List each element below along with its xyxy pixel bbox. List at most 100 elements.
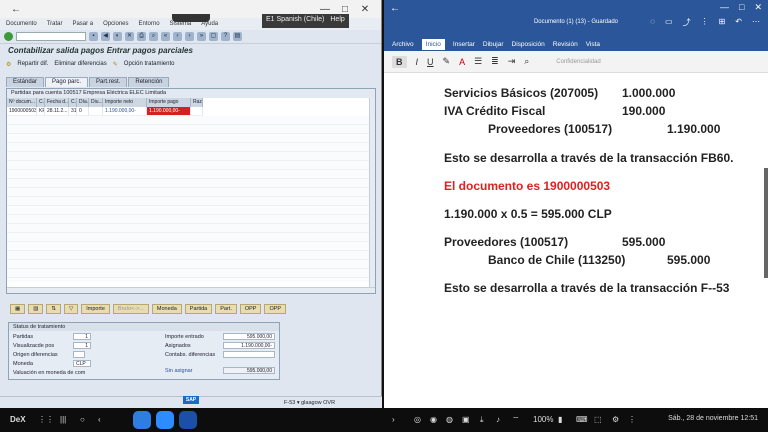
grid-vertical-scrollbar[interactable] bbox=[369, 98, 375, 288]
print-icon[interactable]: ⎙ bbox=[137, 32, 146, 41]
origen-checkbox[interactable] bbox=[73, 351, 85, 358]
visual-field[interactable]: 1 bbox=[73, 342, 91, 349]
new-icon[interactable]: ⊞ bbox=[719, 17, 726, 28]
tab-dibujar[interactable]: Dibujar bbox=[483, 41, 504, 48]
document-body[interactable]: Servicios Básicos (207005) 1.000.000 IVA… bbox=[384, 73, 768, 408]
new-session-icon[interactable]: ▢ bbox=[209, 32, 218, 41]
connection-tag[interactable]: E1 Spanish (Chile) Help bbox=[262, 14, 349, 28]
more-icon[interactable]: ⋮ bbox=[628, 415, 636, 424]
browser-app-icon[interactable] bbox=[133, 411, 151, 429]
maximize-icon[interactable]: □ bbox=[739, 2, 744, 13]
opp-button-1[interactable]: OPP bbox=[239, 304, 262, 314]
enter-icon[interactable] bbox=[4, 32, 13, 41]
tab-estandar[interactable]: Estándar bbox=[6, 77, 45, 87]
underline-icon[interactable]: U bbox=[427, 57, 434, 67]
numbering-icon[interactable]: ≣ bbox=[491, 56, 499, 67]
indent-icon[interactable]: ⇥ bbox=[508, 56, 516, 67]
find-icon[interactable]: ⌕ bbox=[149, 32, 158, 41]
bullets-icon[interactable]: ☰ bbox=[474, 56, 482, 67]
bruto-button[interactable]: Bruto<->... bbox=[112, 304, 149, 314]
word-app-icon[interactable] bbox=[179, 411, 197, 429]
lightbulb-icon[interactable]: ◌ bbox=[650, 17, 655, 28]
minimize-icon[interactable]: — bbox=[720, 2, 729, 13]
cancel-icon[interactable]: ✕ bbox=[125, 32, 134, 41]
highlight-icon[interactable]: ✎ bbox=[443, 56, 451, 67]
deselect-icon[interactable]: ▧ bbox=[28, 304, 44, 314]
tab-part-rest[interactable]: Part.rest. bbox=[89, 77, 128, 87]
eliminar-diferencias-button[interactable]: Eliminar diferencias bbox=[54, 61, 106, 67]
document-scrollbar[interactable] bbox=[764, 168, 768, 278]
undo-icon[interactable]: ↶ bbox=[735, 17, 742, 28]
apps-icon[interactable]: ⋮⋮ bbox=[38, 415, 54, 424]
col-raz[interactable]: Raz bbox=[191, 98, 203, 107]
menu-opciones[interactable]: Opciones bbox=[103, 21, 128, 27]
tab-disposicion[interactable]: Disposición bbox=[512, 41, 545, 48]
help-icon[interactable]: ? bbox=[221, 32, 230, 41]
table-row[interactable]: 1900000503 KR 28.11.2... 31 0 1.190.000,… bbox=[7, 107, 375, 116]
back-icon[interactable]: ‹ bbox=[98, 415, 101, 424]
download-icon[interactable]: ⤓ bbox=[480, 415, 484, 425]
minimize-icon[interactable]: — bbox=[315, 4, 335, 15]
col-importe-neto[interactable]: Importe neto bbox=[103, 98, 147, 107]
contabs-field[interactable] bbox=[223, 351, 275, 358]
share-icon[interactable]: ⤴ bbox=[683, 17, 691, 28]
menu-documento[interactable]: Documento bbox=[6, 21, 37, 27]
confidencialidad-button[interactable]: Confidencialidad bbox=[556, 59, 600, 65]
moneda-button[interactable]: Moneda bbox=[151, 304, 182, 314]
close-icon[interactable]: ✕ bbox=[754, 2, 762, 13]
save-icon[interactable]: ▪ bbox=[89, 32, 98, 41]
tablet-icon[interactable]: ▭ bbox=[665, 17, 673, 28]
overflow-icon[interactable]: ⋯ bbox=[752, 17, 760, 28]
sort-icon[interactable]: ⇅ bbox=[46, 304, 62, 314]
back-arrow-icon[interactable]: ← bbox=[6, 4, 26, 15]
filter-icon[interactable]: ▽ bbox=[64, 304, 79, 314]
split-icon[interactable]: ⚙ bbox=[6, 61, 11, 68]
repartir-dif-button[interactable]: Repartir dif. bbox=[17, 61, 48, 67]
screenshot-icon[interactable]: ⬚ bbox=[594, 415, 602, 424]
italic-icon[interactable]: I bbox=[416, 57, 419, 67]
chevron-right-icon[interactable]: › bbox=[392, 415, 395, 424]
system-info[interactable]: F-53 ▾ glaagow OVR bbox=[284, 400, 335, 406]
col-dia[interactable]: Día... bbox=[77, 98, 89, 107]
tab-insertar[interactable]: Insertar bbox=[453, 41, 475, 48]
back-icon[interactable]: ◀ bbox=[101, 32, 110, 41]
exit-icon[interactable]: ◐ bbox=[113, 32, 122, 41]
tab-pago-parc[interactable]: Pago parc. bbox=[45, 77, 89, 87]
partida-button[interactable]: Partida bbox=[184, 304, 213, 314]
font-color-icon[interactable]: A bbox=[459, 57, 465, 67]
prev-page-icon[interactable]: ‹ bbox=[173, 32, 182, 41]
cell-importe-pago-input[interactable]: 1.190.000,00- bbox=[147, 107, 191, 116]
col-fecha[interactable]: Fecha d... bbox=[45, 98, 69, 107]
grid-horizontal-scrollbar[interactable] bbox=[7, 287, 375, 293]
recents-icon[interactable]: ||| bbox=[60, 415, 66, 424]
col-n-documento[interactable]: Nº docum... bbox=[7, 98, 37, 107]
volume-icon[interactable]: ♪ bbox=[496, 415, 500, 424]
last-page-icon[interactable]: » bbox=[197, 32, 206, 41]
chat-icon[interactable]: ◍ bbox=[446, 415, 453, 424]
command-field[interactable] bbox=[16, 32, 86, 41]
part-button[interactable]: Part. bbox=[215, 304, 237, 314]
keyboard-icon[interactable]: ⌨ bbox=[576, 415, 588, 424]
back-arrow-icon[interactable]: ← bbox=[390, 3, 400, 14]
whatsapp-icon[interactable]: ◎ bbox=[414, 415, 421, 424]
col-diu[interactable]: Diu... bbox=[89, 98, 103, 107]
tab-inicio[interactable]: Inicio bbox=[421, 38, 445, 50]
importe-button[interactable]: Importe bbox=[81, 304, 110, 314]
menu-tratar[interactable]: Tratar bbox=[47, 21, 63, 27]
dex-button[interactable]: DeX bbox=[10, 415, 26, 424]
first-page-icon[interactable]: « bbox=[161, 32, 170, 41]
cell-raz-input[interactable] bbox=[191, 107, 203, 116]
bold-icon[interactable]: B bbox=[392, 55, 407, 68]
close-icon[interactable]: ✕ bbox=[355, 4, 375, 15]
col-c1[interactable]: C... bbox=[37, 98, 45, 107]
home-icon[interactable]: ○ bbox=[80, 415, 85, 424]
tab-retencion[interactable]: Retención bbox=[128, 77, 170, 87]
tab-revision[interactable]: Revisión bbox=[553, 41, 578, 48]
select-all-icon[interactable]: ▦ bbox=[10, 304, 26, 314]
tab-vista[interactable]: Vista bbox=[586, 41, 600, 48]
menu-pasar-a[interactable]: Pasar a bbox=[72, 21, 93, 27]
maximize-icon[interactable]: □ bbox=[335, 4, 355, 15]
menu-entorno[interactable]: Entorno bbox=[139, 21, 160, 27]
gallery-icon[interactable]: ▣ bbox=[462, 415, 470, 424]
settings-icon[interactable]: ⚙ bbox=[612, 415, 619, 424]
